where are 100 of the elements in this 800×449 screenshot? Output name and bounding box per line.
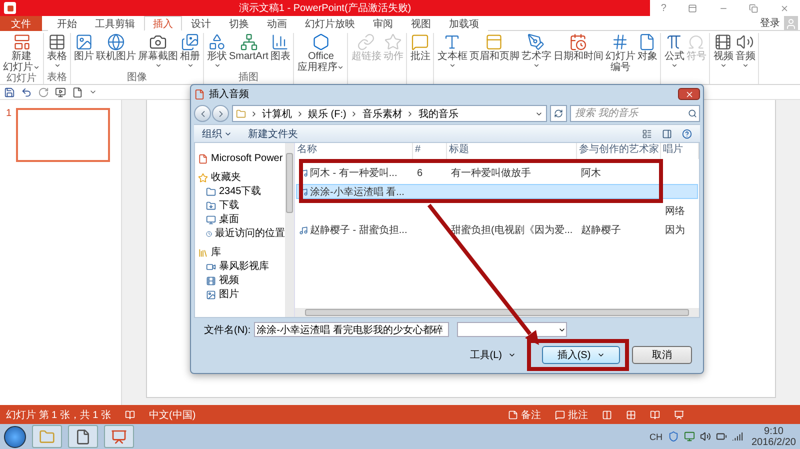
undo-icon[interactable] [21, 86, 32, 98]
column-header[interactable]: 名称 [295, 143, 413, 159]
ribbon-button[interactable]: 对象 [636, 33, 658, 73]
ribbon-button[interactable]: Office 应用程序 [296, 33, 346, 73]
redo-icon[interactable] [38, 86, 49, 98]
shield-icon[interactable] [668, 431, 678, 442]
folder-icon [39, 428, 55, 444]
monitor-icon[interactable] [684, 431, 694, 442]
file-row[interactable]: 网络 [296, 203, 698, 218]
forward-button[interactable] [212, 105, 229, 122]
nav-item[interactable]: Microsoft Power [198, 153, 285, 165]
ribbon-button[interactable]: 表格 [46, 33, 68, 72]
battery-icon[interactable] [716, 431, 726, 442]
nav-item[interactable]: 2345下载 [198, 186, 285, 198]
view-options-icon[interactable] [642, 128, 652, 138]
ribbon-button[interactable]: 幻灯片 编号 [604, 33, 636, 73]
start-button[interactable] [4, 426, 26, 448]
ribbon-button[interactable]: 图片 [73, 33, 95, 72]
new-folder-button[interactable]: 新建文件夹 [248, 126, 298, 140]
nav-item[interactable]: 库 [198, 247, 285, 259]
scrollbar[interactable] [285, 143, 294, 317]
back-button[interactable] [194, 105, 211, 122]
sign-in-link[interactable]: 登录 [756, 16, 784, 30]
sorter-view-icon[interactable] [626, 410, 636, 420]
nav-item[interactable]: 下载 [198, 200, 285, 212]
ribbon-button[interactable]: 日期和时间 [552, 33, 604, 73]
close-icon[interactable] [780, 4, 790, 12]
new-file-icon[interactable] [72, 86, 83, 98]
ribbon-button[interactable]: 相册 [179, 33, 201, 72]
ribbon-tab[interactable]: 插入 [144, 16, 182, 31]
clock-time[interactable]: 9:10 [764, 426, 784, 436]
ribbon-tab[interactable]: 幻灯片放映 [296, 16, 364, 31]
ribbon-tab[interactable]: 审阅 [364, 16, 402, 31]
preview-pane-icon[interactable] [662, 128, 672, 138]
column-header[interactable]: 参与创作的艺术家 [577, 143, 661, 159]
ribbon-button[interactable]: 批注 [409, 33, 432, 72]
proofing-icon[interactable] [125, 410, 136, 420]
refresh-button[interactable] [550, 105, 567, 122]
save-icon[interactable] [4, 86, 15, 98]
ribbon-button[interactable]: 音频 [734, 33, 756, 72]
nav-item[interactable]: 收藏夹 [198, 172, 285, 184]
column-header[interactable]: 标题 [447, 143, 577, 159]
file-row[interactable]: 涂涂-小幸运渣唱 看... [296, 184, 698, 199]
organize-button[interactable]: 组织 [202, 126, 232, 140]
slideshow-icon[interactable] [674, 410, 684, 420]
notes-button[interactable]: 备注 [508, 408, 541, 422]
help-button[interactable]: ? [660, 2, 666, 14]
ribbon-tab[interactable]: 切换 [220, 16, 258, 31]
nav-item[interactable]: 图片 [198, 289, 285, 301]
file-tab[interactable]: 文件 [0, 16, 42, 31]
download-folder-icon [206, 201, 216, 211]
customize-icon[interactable] [89, 88, 97, 96]
ribbon-button[interactable]: 公式 [663, 33, 686, 72]
nav-item[interactable]: 暴风影视库 [198, 261, 285, 273]
restore-icon[interactable] [749, 4, 758, 12]
column-header[interactable]: # [413, 143, 447, 159]
ribbon-button[interactable]: 文本框 [436, 33, 468, 73]
ribbon-tab[interactable]: 加载项 [440, 16, 488, 31]
ribbon-tab[interactable]: 设计 [182, 16, 220, 31]
file-row[interactable]: 阿木 - 有一种爱叫... 6 有一种爱叫做放手 阿木 [296, 165, 698, 180]
column-header[interactable]: 唱片 [661, 143, 699, 159]
tools-button[interactable]: 工具(L) [470, 348, 516, 362]
ribbon-button[interactable]: 联机图片 [95, 33, 137, 72]
taskbar-button[interactable] [104, 425, 134, 448]
nav-item[interactable]: 桌面 [198, 214, 285, 226]
language-label[interactable]: 中文(中国) [149, 408, 196, 422]
slide-thumbnail[interactable] [16, 108, 110, 162]
ribbon-button[interactable]: 图表 [269, 33, 292, 72]
address-bar[interactable]: 计算机 娱乐 (F:) 音乐素材 我的音乐 [232, 105, 547, 122]
ribbon-button[interactable]: 视频 [712, 33, 734, 72]
ribbon-button[interactable]: 新建 幻灯片 [2, 33, 41, 73]
ribbon-tab[interactable]: 动画 [258, 16, 296, 31]
close-button[interactable] [678, 88, 700, 100]
ribbon-tab[interactable]: 工具剪辑 [86, 16, 144, 31]
slideshow-icon[interactable] [55, 86, 66, 98]
comments-button[interactable]: 批注 [555, 408, 588, 422]
volume-icon[interactable] [700, 431, 710, 442]
file-name-field[interactable]: 涂涂-小幸运渣唱 看完电影我的少女心都碎 [254, 322, 449, 337]
ribbon-button[interactable]: 形状 [206, 33, 228, 72]
ribbon-button[interactable]: SmartArt [228, 33, 270, 72]
search-icon[interactable] [688, 109, 697, 118]
file-type-dropdown[interactable] [456, 322, 567, 337]
cancel-button[interactable]: 取消 [632, 346, 692, 364]
nav-item[interactable]: 最近访问的位置 [198, 228, 285, 240]
taskbar-button[interactable] [68, 425, 98, 448]
nav-item[interactable]: 视频 [198, 275, 285, 287]
reading-view-icon[interactable] [650, 410, 660, 420]
ribbon-button[interactable]: 屏幕截图 [137, 33, 179, 72]
input-language[interactable]: CH [650, 432, 662, 442]
search-field[interactable]: 搜索 我的音乐 [570, 105, 700, 122]
normal-view-icon[interactable] [602, 410, 612, 420]
insert-button[interactable]: 插入(S) [542, 346, 620, 364]
ribbon-display-icon[interactable] [688, 4, 698, 12]
help-icon[interactable] [682, 128, 692, 138]
clock-date[interactable]: 2016/2/20 [752, 436, 796, 448]
ribbon-button[interactable]: 艺术字 [520, 33, 552, 73]
ribbon-tab[interactable]: 开始 [48, 16, 86, 31]
ribbon-button[interactable]: 页眉和页脚 [468, 33, 520, 73]
scrollbar[interactable] [295, 308, 699, 317]
ribbon-tab[interactable]: 视图 [402, 16, 440, 31]
